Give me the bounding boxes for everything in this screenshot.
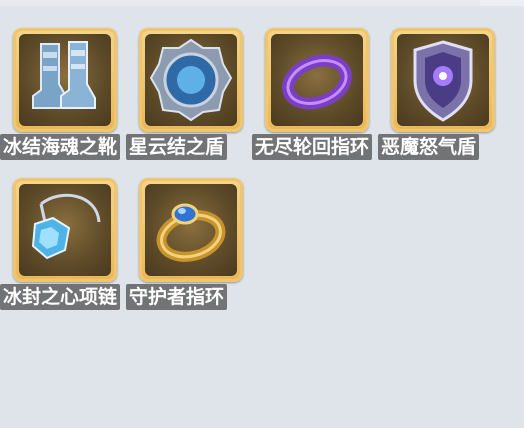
- demon-shield-icon: [413, 40, 473, 122]
- item-name-label: 无尽轮回指环: [252, 134, 373, 160]
- purple-ring-icon: [281, 54, 353, 110]
- item-name-label: 守护者指环: [126, 284, 228, 310]
- item-frame[interactable]: [391, 28, 495, 132]
- item-frame[interactable]: [139, 178, 243, 282]
- ice-boots-icon: [32, 41, 96, 109]
- item-frame[interactable]: [13, 28, 117, 132]
- item-name-label: 恶魔怒气盾: [378, 134, 480, 160]
- item-frame[interactable]: [13, 178, 117, 282]
- top-strip: [0, 0, 524, 6]
- round-shield-icon: [149, 38, 233, 122]
- item-frame[interactable]: [139, 28, 243, 132]
- item-name-label: 冰结海魂之靴: [0, 134, 121, 160]
- gold-ring-icon: [156, 203, 226, 262]
- item-frame[interactable]: [265, 28, 369, 132]
- ice-necklace-icon: [31, 193, 101, 260]
- item-name-label: 冰封之心项链: [0, 284, 121, 310]
- top-corner: [480, 0, 524, 6]
- item-name-label: 星云结之盾: [126, 134, 228, 160]
